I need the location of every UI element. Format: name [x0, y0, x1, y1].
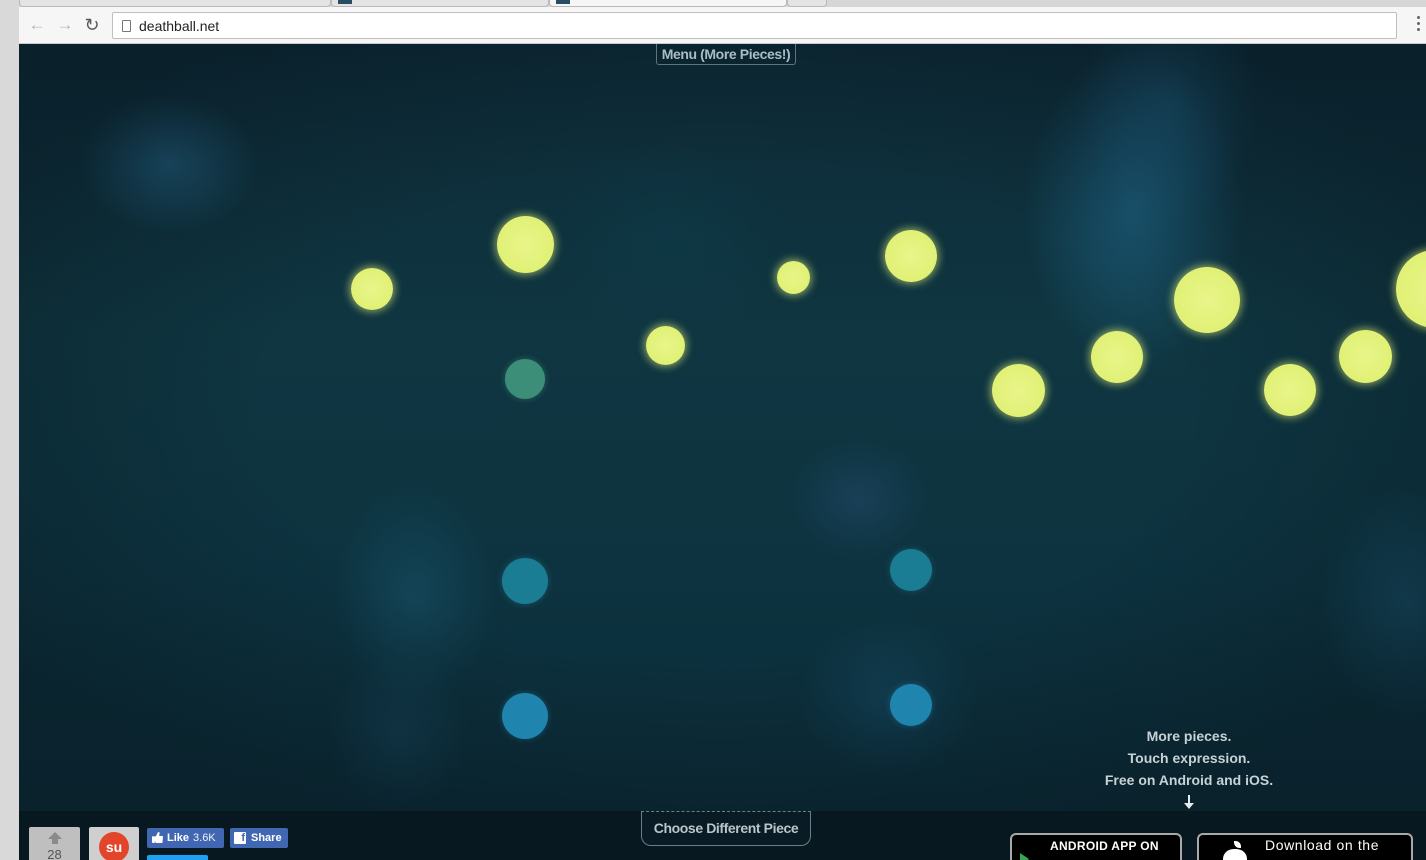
dot-yellow[interactable] — [1264, 364, 1316, 416]
stumbleupon-button[interactable]: su — [89, 827, 139, 860]
dot-blue[interactable] — [502, 693, 548, 739]
app-store-badge[interactable]: Download on the — [1197, 833, 1413, 860]
browser-toolbar: ← → ↻ deathball.net — [19, 7, 1426, 44]
apple-icon — [1221, 841, 1247, 860]
dot-yellow[interactable] — [497, 216, 554, 273]
menu-button[interactable]: Menu (More Pieces!) — [656, 44, 796, 65]
google-play-icon — [1020, 853, 1029, 860]
facebook-icon: f — [234, 832, 246, 844]
facebook-like-button[interactable]: Like 3.6K — [147, 828, 224, 848]
dot-yellow[interactable] — [1091, 331, 1143, 383]
choose-piece-button[interactable]: Choose Different Piece — [641, 811, 811, 846]
apple-badge-text: Download on the — [1265, 837, 1380, 853]
dot-yellow[interactable] — [351, 268, 393, 310]
twitter-button[interactable] — [147, 855, 208, 860]
new-tab-button[interactable] — [787, 0, 827, 7]
url-text: deathball.net — [139, 18, 220, 34]
like-count: 3.6K — [193, 832, 216, 844]
dot-green[interactable] — [505, 359, 545, 399]
tab-1[interactable] — [19, 0, 331, 7]
dot-teal[interactable] — [502, 558, 548, 604]
facebook-share-button[interactable]: f Share — [230, 828, 288, 848]
page-icon — [122, 20, 131, 32]
share-label: Share — [251, 832, 282, 844]
android-badge-text: ANDROID APP ON — [1050, 839, 1159, 853]
dot-yellow[interactable] — [885, 230, 937, 282]
thumbs-up-icon — [152, 832, 163, 843]
dot-yellow[interactable] — [777, 261, 810, 294]
forward-arrow-icon[interactable]: → — [55, 15, 75, 35]
google-play-badge[interactable]: ANDROID APP ON — [1010, 833, 1182, 860]
upvote-count: 28 — [47, 847, 62, 860]
promo-line: Free on Android and iOS. — [1104, 772, 1274, 788]
promo-text: More pieces. Touch expression. Free on A… — [1104, 725, 1274, 809]
bottom-bar: Choose Different Piece 28 su Like 3.6K f … — [19, 811, 1426, 860]
dot-yellow[interactable] — [992, 364, 1045, 417]
dot-yellow[interactable] — [1339, 330, 1392, 383]
kebab-menu-icon[interactable] — [1416, 16, 1422, 34]
reload-icon[interactable]: ↻ — [82, 15, 102, 35]
tab-favicon — [338, 0, 352, 4]
down-arrow-icon — [1184, 795, 1194, 811]
dot-teal[interactable] — [890, 549, 932, 591]
like-label: Like — [167, 832, 190, 844]
dot-yellow[interactable] — [646, 326, 685, 365]
promo-line: Touch expression. — [1127, 750, 1251, 766]
dot-yellow[interactable] — [1396, 250, 1426, 328]
game-canvas[interactable]: Menu (More Pieces!) More pieces. Touch e… — [19, 44, 1426, 860]
dot-blue[interactable] — [890, 684, 932, 726]
tab-active[interactable] — [549, 0, 787, 7]
screen: ← → ↻ deathball.net Menu (More Pieces!) … — [0, 0, 1426, 860]
dot-yellow[interactable] — [1174, 267, 1240, 333]
upvote-button[interactable]: 28 — [29, 827, 80, 860]
promo-line: More pieces. — [1146, 728, 1232, 744]
tab-2[interactable] — [331, 0, 549, 7]
desktop-edge — [0, 0, 19, 860]
back-arrow-icon[interactable]: ← — [27, 15, 47, 35]
address-bar[interactable]: deathball.net — [112, 12, 1397, 39]
tab-favicon — [556, 0, 570, 4]
stumbleupon-icon: su — [99, 832, 129, 860]
